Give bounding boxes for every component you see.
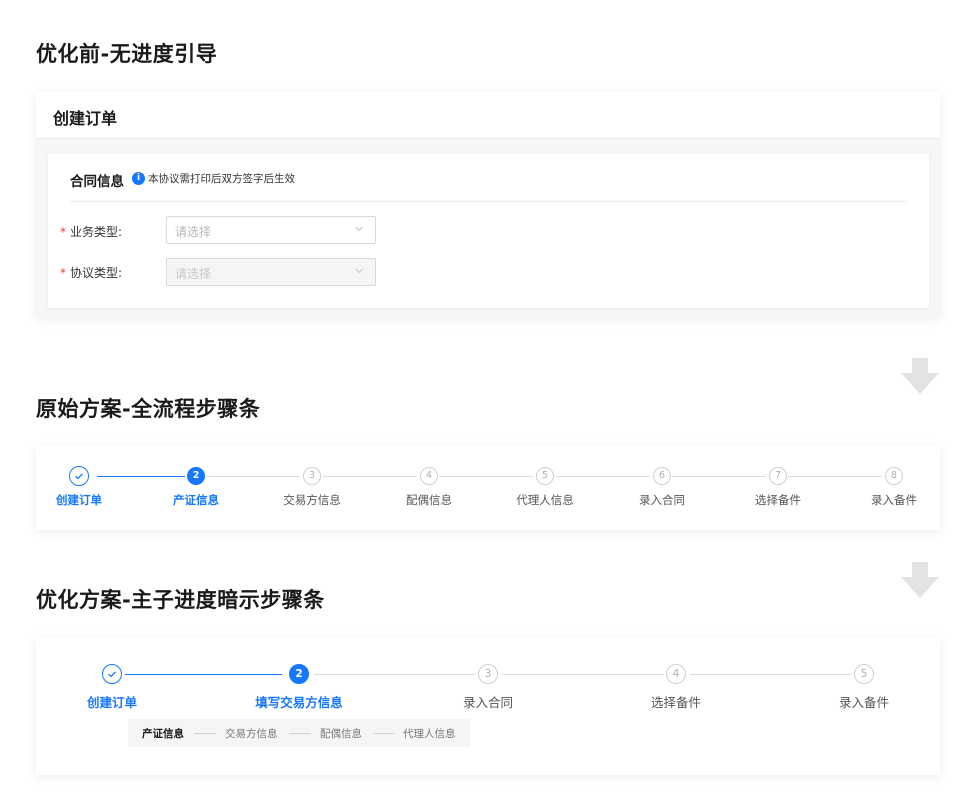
- step-3-circle[interactable]: 3: [478, 664, 498, 684]
- business-type-label: * 业务类型:: [60, 225, 123, 239]
- agreement-type-label: * 协议类型:: [60, 266, 123, 280]
- section1-title: 优化前-无进度引导: [36, 42, 218, 66]
- section3-title: 优化方案-主子进度暗示步骤条: [36, 588, 325, 612]
- step-7-label: 选择备件: [755, 493, 801, 507]
- check-icon: [108, 671, 116, 678]
- step-5-circle[interactable]: 5: [536, 467, 554, 485]
- sub-step-connector: [289, 733, 311, 734]
- step-4-circle[interactable]: 4: [666, 664, 686, 684]
- chevron-down-icon: [355, 268, 363, 274]
- sub-step[interactable]: 代理人信息: [403, 726, 456, 741]
- info-hint-text: 本协议需打印后双方签字后生效: [148, 173, 295, 185]
- step-connector: [125, 674, 282, 675]
- divider: [70, 201, 908, 202]
- step-6-circle[interactable]: 6: [653, 467, 671, 485]
- step-connector: [788, 476, 882, 477]
- section2-title: 原始方案-全流程步骤条: [36, 397, 261, 421]
- agreement-type-select[interactable]: 请选择: [166, 258, 376, 286]
- arrow-down-icon: [901, 562, 939, 598]
- step-1-done-circle[interactable]: [69, 466, 89, 486]
- chevron-down-icon: [355, 226, 363, 232]
- step-3-label: 录入合同: [462, 695, 514, 710]
- info-icon: i: [132, 172, 145, 185]
- contract-info-title: 合同信息: [70, 174, 124, 190]
- step-2-label: 填写交易方信息: [255, 695, 343, 710]
- step-connector: [502, 674, 664, 675]
- step-connector: [314, 674, 476, 675]
- step-connector: [323, 476, 417, 477]
- step-5-label: 代理人信息: [516, 493, 574, 507]
- step-connector: [206, 476, 300, 477]
- contract-info-card: 合同信息 i 本协议需打印后双方签字后生效 * 业务类型: 请选择 * 协议类型: …: [48, 154, 929, 308]
- select-placeholder: 请选择: [175, 225, 212, 239]
- required-mark: *: [60, 225, 66, 239]
- panel-header: 创建订单: [36, 92, 940, 139]
- step-8-label: 录入备件: [871, 493, 917, 507]
- step-6-label: 录入合同: [639, 493, 685, 507]
- sub-steps-bar: 产证信息 交易方信息 配偶信息 代理人信息: [128, 719, 470, 747]
- step-1-label: 创建订单: [56, 493, 102, 507]
- step-connector: [439, 476, 533, 477]
- sub-step-current[interactable]: 产证信息: [142, 726, 184, 741]
- step-4-label: 选择备件: [650, 695, 702, 710]
- step-7-circle[interactable]: 7: [769, 467, 787, 485]
- step-3-circle[interactable]: 3: [303, 467, 321, 485]
- check-icon: [75, 473, 83, 480]
- sub-step-connector: [373, 733, 395, 734]
- step-2-active-circle[interactable]: 2: [289, 664, 309, 684]
- step-5-circle[interactable]: 5: [854, 664, 874, 684]
- step-2-label: 产证信息: [173, 493, 219, 507]
- sub-step[interactable]: 交易方信息: [225, 726, 278, 741]
- business-type-select[interactable]: 请选择: [166, 216, 376, 244]
- step-1-done-circle[interactable]: [102, 664, 122, 684]
- create-order-panel: 创建订单 合同信息 i 本协议需打印后双方签字后生效 * 业务类型: 请选择 * 协…: [36, 92, 940, 318]
- step-2-active-circle[interactable]: 2: [187, 467, 205, 485]
- panel-title: 创建订单: [53, 109, 118, 128]
- step-3-label: 交易方信息: [283, 493, 341, 507]
- main-sub-steps-bar: 2 3 4 5 创建订单 填写交易方信息 录入合同 选择备件 录入备件 产证信息…: [36, 637, 940, 775]
- step-connector: [97, 476, 185, 477]
- step-4-label: 配偶信息: [406, 493, 452, 507]
- sub-step[interactable]: 配偶信息: [320, 726, 362, 741]
- arrow-down-icon: [901, 358, 939, 394]
- step-8-circle[interactable]: 8: [885, 467, 903, 485]
- full-steps-bar: 2 3 4 5 6 7 8 创建订单 产证信息 交易方信息 配偶信息 代理人信息…: [36, 446, 940, 530]
- step-4-circle[interactable]: 4: [420, 467, 438, 485]
- step-connector: [556, 476, 650, 477]
- step-connector: [672, 476, 766, 477]
- step-connector: [690, 674, 852, 675]
- step-5-label: 录入备件: [838, 695, 890, 710]
- step-1-label: 创建订单: [86, 695, 138, 710]
- sub-step-connector: [194, 733, 216, 734]
- select-placeholder: 请选择: [175, 267, 212, 281]
- required-mark: *: [60, 266, 66, 280]
